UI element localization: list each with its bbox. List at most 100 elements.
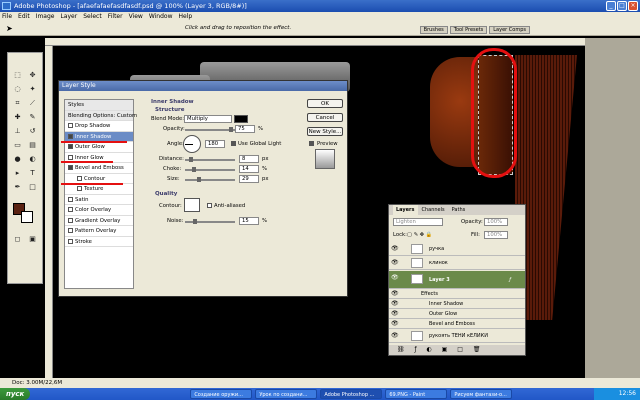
dodge-tool-icon[interactable]: ◐ [26,153,39,165]
style-item-pattern-overlay[interactable]: Pattern Overlay [65,226,133,237]
slider-knob[interactable] [189,157,193,162]
menu-layer[interactable]: Layer [60,12,77,22]
checkbox[interactable] [68,133,73,139]
slider-knob[interactable] [197,177,201,182]
checkbox[interactable] [68,217,73,223]
preview-checkbox[interactable] [309,141,314,146]
style-item-gradient-overlay[interactable]: Gradient Overlay [65,216,133,226]
start-button[interactable]: пуск [0,388,31,400]
tab-paths[interactable]: Paths [449,205,469,215]
cancel-button[interactable]: Cancel [307,113,343,122]
shape-tool-icon[interactable]: □ [26,181,39,193]
fill-field[interactable]: 100% [484,231,508,239]
layer-opacity-field[interactable]: 100% [484,218,508,226]
style-item-color-overlay[interactable]: Color Overlay [65,205,133,216]
checkbox[interactable] [68,144,73,149]
menu-select[interactable]: Select [83,12,102,22]
slider-knob[interactable] [193,219,197,224]
quick-mask-icon[interactable]: ◻ [11,233,24,245]
healing-tool-icon[interactable]: ✚ [11,111,24,123]
gradient-tool-icon[interactable]: ▤ [26,139,39,151]
background-color-swatch[interactable] [21,211,33,223]
move-tool-icon[interactable]: ✥ [26,69,39,81]
crop-tool-icon[interactable]: ⌗ [11,97,24,109]
path-select-tool-icon[interactable]: ▸ [11,167,24,179]
eye-icon[interactable]: 👁 [391,259,399,267]
eye-icon[interactable]: 👁 [391,332,399,340]
layer-row[interactable]: 👁 клинок [389,256,525,270]
lasso-tool-icon[interactable]: ◌ [11,83,24,95]
angle-field[interactable]: 180 [205,140,225,148]
layer-row-selected[interactable]: 👁 Layer 3ƒ [389,271,525,289]
taskbar-item[interactable]: 69.PNG - Paint [385,389,448,399]
angle-dial[interactable] [183,135,201,153]
move-tool-icon[interactable]: ➤ [6,24,13,33]
shadow-color-swatch[interactable] [234,115,248,123]
eye-icon[interactable]: 👁 [391,274,399,282]
stamp-tool-icon[interactable]: ⊥ [11,125,24,137]
layer-row[interactable]: 👁 ручка [389,242,525,256]
size-field[interactable]: 29 [239,175,259,183]
eraser-tool-icon[interactable]: ▭ [11,139,24,151]
checkbox[interactable] [68,207,73,212]
layer-row[interactable]: 👁 рукоять ТЕНИ кЕЛИКИ [389,329,525,343]
style-item-texture[interactable]: Texture [65,184,133,195]
checkbox[interactable] [68,165,73,170]
blend-mode-select[interactable]: Multiply [184,115,232,123]
menu-file[interactable]: File [2,12,12,22]
effect-row[interactable]: 👁 Outer Glow [389,309,525,319]
tab-layer-comps[interactable]: Layer Comps [489,26,530,34]
menu-edit[interactable]: Edit [18,12,30,22]
tab-brushes[interactable]: Brushes [419,26,448,34]
effect-row[interactable]: 👁 Inner Shadow [389,299,525,309]
checkbox[interactable] [68,238,73,244]
style-item-bevel-emboss[interactable]: Bevel and Emboss [65,163,133,174]
distance-field[interactable]: 8 [239,155,259,163]
checkbox[interactable] [68,228,73,233]
menu-filter[interactable]: Filter [108,12,123,22]
eye-icon[interactable]: 👁 [391,320,399,328]
magic-wand-tool-icon[interactable]: ✦ [26,83,39,95]
lock-icons[interactable]: ▢ ✎ ✥ 🔒 [407,232,433,238]
checkbox[interactable] [77,175,82,181]
styles-header[interactable]: Styles [65,100,133,111]
layer-actions-bar[interactable]: ⛓ ƒ ◐ ▣ □ 🗑 [389,345,525,355]
history-brush-tool-icon[interactable]: ↺ [26,125,39,137]
checkbox[interactable] [68,154,73,160]
brush-tool-icon[interactable]: ✎ [26,111,39,123]
blur-tool-icon[interactable]: ● [11,153,24,165]
blend-mode-select[interactable]: Lighten [393,218,443,226]
taskbar-item[interactable]: Создание оружи... [190,389,253,399]
tab-channels[interactable]: Channels [419,205,448,215]
style-item-drop-shadow[interactable]: Drop Shadow [65,121,133,132]
menu-view[interactable]: View [129,12,143,22]
checkbox[interactable] [68,196,73,202]
size-slider[interactable] [185,177,235,182]
style-item-satin[interactable]: Satin [65,195,133,205]
menu-image[interactable]: Image [36,12,55,22]
slice-tool-icon[interactable]: ⟋ [26,97,39,109]
contour-picker[interactable] [184,198,200,212]
taskbar-item[interactable]: Урок по создани... [255,389,318,399]
type-tool-icon[interactable]: T [26,167,39,179]
checkbox[interactable] [68,123,73,128]
eye-icon[interactable]: 👁 [391,300,399,308]
tab-tool-presets[interactable]: Tool Presets [449,26,488,34]
global-light-checkbox[interactable] [231,141,236,146]
taskbar-item-photoshop[interactable]: Adobe Photoshop ... [320,389,383,399]
effects-row[interactable]: 👁 Effects [389,289,525,299]
close-button[interactable]: × [628,1,638,11]
pen-tool-icon[interactable]: ✒ [11,181,24,193]
checkbox[interactable] [77,186,82,191]
eye-icon[interactable]: 👁 [391,290,399,298]
minimize-button[interactable]: _ [606,1,616,11]
blending-options-item[interactable]: Blending Options: Custom [65,110,137,121]
choke-slider[interactable] [185,167,235,172]
fx-icon[interactable]: ƒ [509,271,511,289]
eye-icon[interactable]: 👁 [391,245,399,253]
effect-row[interactable]: 👁 Bevel and Emboss [389,319,525,329]
style-item-stroke[interactable]: Stroke [65,237,133,247]
menu-help[interactable]: Help [179,12,193,22]
noise-slider[interactable] [185,219,235,224]
slider-knob[interactable] [229,127,233,132]
